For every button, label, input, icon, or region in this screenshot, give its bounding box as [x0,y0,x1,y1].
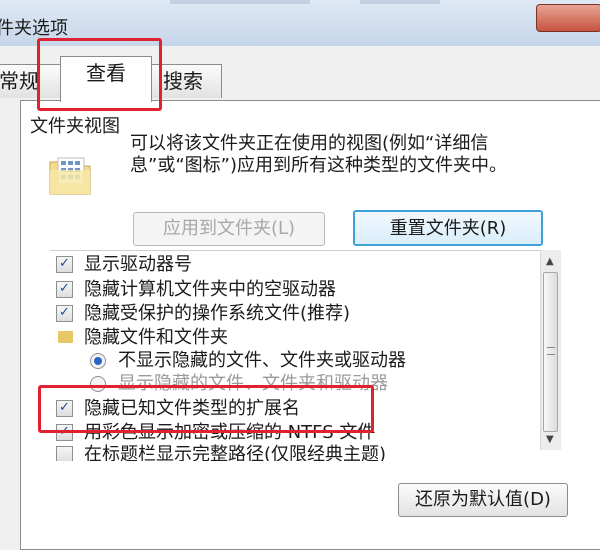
checkbox-checked-icon[interactable]: ✓ [56,281,73,298]
setting-label: 隐藏受保护的操作系统文件(推荐) [84,303,351,324]
background-menu-blur [360,0,440,4]
radio-selected-icon[interactable] [90,353,106,369]
tab-label: 常规 [0,69,39,93]
setting-label: 显示驱动器号 [84,254,192,275]
setting-label: 在标题栏显示完整路径(仅限经典主题) [84,444,387,461]
window-title: 件夹选项 [0,18,68,39]
tab-label: 查看 [86,61,126,85]
setting-label: 不显示隐藏的文件、文件夹或驱动器 [118,350,406,371]
folder-views-label: 文件夹视图 [30,116,120,137]
checkbox-checked-icon[interactable]: ✓ [56,424,73,441]
checkbox-checked-icon[interactable]: ✓ [56,256,73,273]
scroll-up-icon[interactable]: ▲ [546,256,554,267]
checkbox-unchecked-icon[interactable] [56,446,73,461]
title-bar: 件夹选项 [0,0,600,46]
close-button[interactable] [536,4,600,32]
tab-search[interactable]: 搜索 [150,64,222,98]
checkbox-checked-icon[interactable]: ✓ [56,400,73,417]
vertical-scrollbar[interactable]: ▲ ▼ [540,250,561,450]
setting-label: 用彩色显示加密或压缩的 NTFS 文件 [84,422,376,443]
tab-general[interactable]: 常规 [0,64,62,98]
setting-label: 隐藏计算机文件夹中的空驱动器 [84,279,336,300]
folder-icon [58,331,73,343]
tab-view[interactable]: 查看 [60,56,152,102]
restore-defaults-button[interactable]: 还原为默认值(D) [398,483,568,517]
setting-label: 显示隐藏的文件、文件夹和驱动器 [118,373,388,394]
reset-folders-button[interactable]: 重置文件夹(R) [353,210,543,246]
advanced-settings-list[interactable]: ✓ 显示驱动器号 ✓ 隐藏计算机文件夹中的空驱动器 ✓ 隐藏受保护的操作系统文件… [50,250,540,461]
scrollbar-thumb[interactable] [543,272,558,432]
folder-views-description: 可以将该文件夹正在使用的视图(例如“详细信息”或“图标”)应用到所有这种类型的文… [130,133,507,176]
radio-unselected-icon[interactable] [90,376,106,392]
folder-view-icon [49,157,91,195]
tab-label: 搜索 [163,69,203,93]
apply-to-folders-button[interactable]: 应用到文件夹(L) [133,212,325,246]
scroll-down-icon[interactable]: ▼ [546,434,554,445]
checkbox-checked-icon[interactable]: ✓ [56,305,73,322]
background-menu-blur [170,0,310,4]
grip-icon [547,347,555,355]
setting-label: 隐藏文件和文件夹 [84,327,228,348]
setting-label: 隐藏已知文件类型的扩展名 [84,398,300,419]
